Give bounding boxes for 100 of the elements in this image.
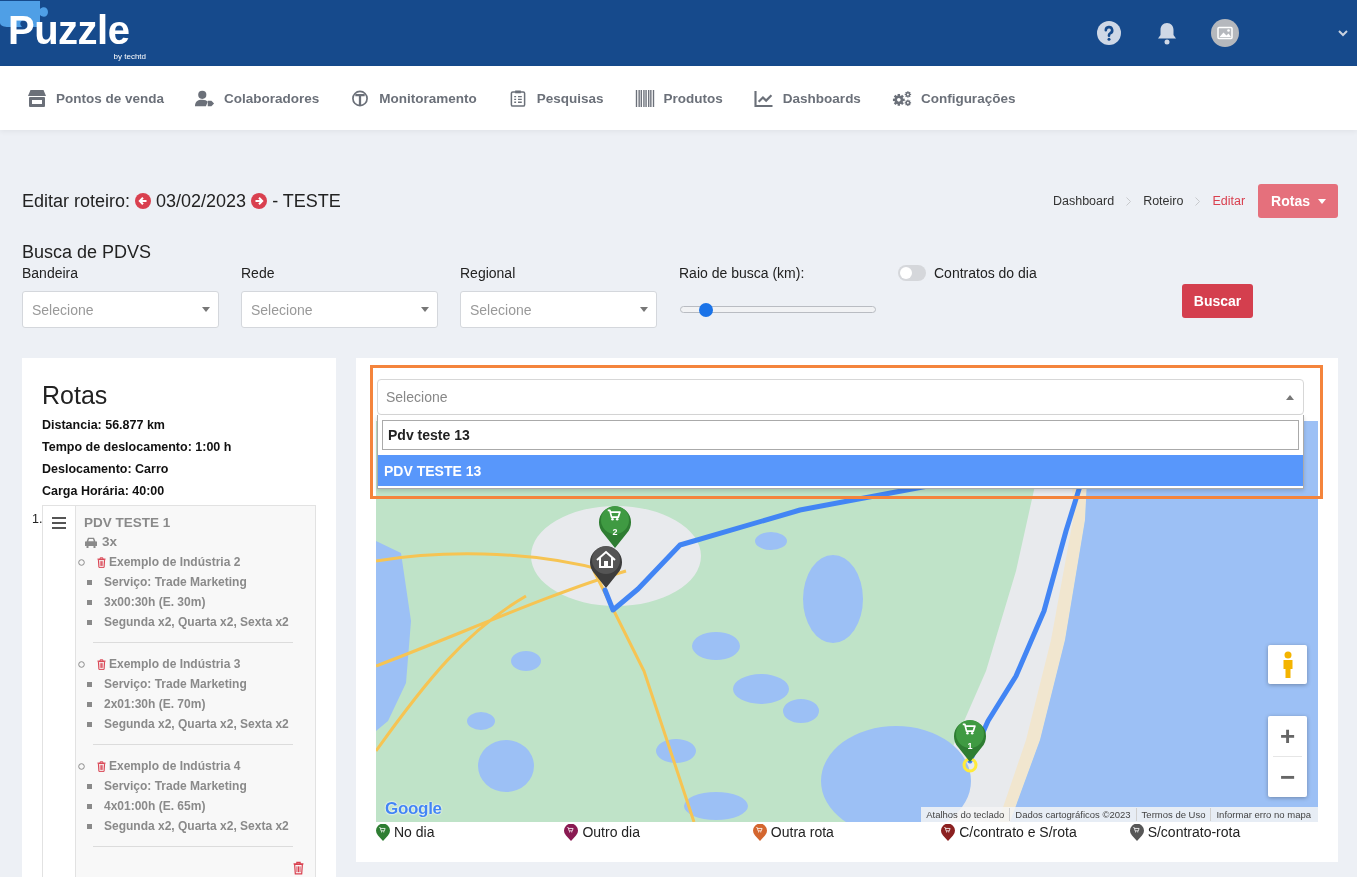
industry-detail: 2x01:30h (E. 70m) [104, 696, 206, 713]
house-pin-icon[interactable] [588, 543, 624, 589]
map-link[interactable]: Termos de Uso [1135, 808, 1211, 821]
field-label: Rede [241, 264, 276, 283]
help-icon[interactable] [1097, 21, 1121, 45]
legend-label: C/contrato e S/rota [959, 824, 1077, 840]
map-link[interactable]: Dados cartográficos ©2023 [1009, 808, 1136, 821]
nav-link[interactable]: Pesquisas [507, 89, 604, 107]
industry-name: Exemplo de Indústria 2 [109, 554, 241, 571]
gears-icon [891, 89, 912, 107]
dial-icon [350, 89, 371, 107]
legend-label: Outro dia [582, 824, 640, 840]
breadcrumb-link[interactable]: Dashboard [1053, 194, 1115, 208]
pdv-select[interactable]: Selecione [377, 379, 1304, 415]
route-summary-line: Carga Horária: 40:00 [42, 483, 166, 500]
search-button[interactable]: Buscar [1182, 284, 1253, 318]
industry-name: Exemplo de Indústria 3 [109, 656, 241, 673]
square-bullet-icon [87, 599, 92, 605]
square-bullet-icon [87, 823, 92, 829]
trash-icon[interactable] [97, 658, 106, 670]
drag-handle-icon[interactable] [52, 517, 66, 529]
breadcrumb-link[interactable]: Roteiro [1143, 194, 1184, 208]
page-date: 03/02/2023 [156, 190, 247, 212]
trash-icon[interactable] [293, 861, 304, 875]
industry-detail: Segunda x2, Quarta x2, Sexta x2 [104, 716, 289, 733]
arrow-left-icon[interactable] [135, 193, 152, 209]
nav-link[interactable]: Monitoramento [350, 89, 477, 107]
map-link[interactable]: Informar erro no mapa [1210, 808, 1316, 821]
dropdown-search-field[interactable]: Pdv teste 13 [382, 420, 1299, 450]
logo-text[interactable]: Puzzle [8, 8, 130, 52]
chevron-right-icon [1126, 196, 1132, 206]
cart-pin-icon[interactable] [597, 503, 633, 549]
circle-bullet-icon [78, 558, 85, 566]
nav-link[interactable]: Colaboradores [195, 89, 320, 107]
nav-link[interactable]: Pontos de venda [27, 89, 165, 107]
slider-thumb[interactable] [699, 302, 713, 317]
stop-name: PDV TESTE 1 [84, 514, 172, 532]
legend-label: No dia [394, 824, 435, 840]
trash-icon[interactable] [97, 760, 106, 772]
breadcrumb-link[interactable]: Editar [1212, 194, 1246, 208]
industry-name: Exemplo de Indústria 4 [109, 758, 241, 775]
circle-bullet-icon [78, 660, 85, 668]
square-bullet-icon [87, 681, 92, 687]
route-summary-line: Distancia: 56.877 km [42, 417, 166, 434]
avatar-icon[interactable] [1211, 19, 1239, 47]
select-field[interactable]: Selecione [22, 291, 219, 328]
select-field[interactable]: Selecione [460, 291, 657, 328]
section-title: Busca de PDVS [22, 241, 153, 263]
nav-link[interactable]: Configurações [891, 89, 1016, 107]
toggle-label: Contratos do dia [934, 264, 1037, 283]
map-link[interactable]: Atalhos do teclado [921, 808, 1010, 821]
industry-detail: Serviço: Trade Marketing [104, 676, 247, 693]
dropdown-option[interactable]: PDV TESTE 13 [378, 455, 1303, 486]
store-icon [27, 89, 47, 107]
caret-down-icon [1318, 198, 1326, 204]
industry-detail: Segunda x2, Quarta x2, Sexta x2 [104, 614, 289, 631]
visit-count: 3x [102, 533, 118, 551]
user-tag-icon [195, 89, 216, 107]
field-label: Raio de busca (km): [679, 264, 806, 283]
square-bullet-icon [87, 701, 92, 707]
select-field[interactable]: Selecione [241, 291, 438, 328]
square-bullet-icon [87, 721, 92, 727]
marker-number: 1 [966, 741, 974, 751]
logo-tagline: by techtd [113, 52, 146, 62]
caret-down-icon [421, 307, 429, 312]
caret-down-icon [640, 307, 648, 312]
zoom-in-button[interactable]: + [1268, 716, 1307, 756]
legend-label: S/contrato-rota [1147, 824, 1241, 840]
circle-bullet-icon [78, 762, 85, 770]
barcode-icon [634, 89, 655, 107]
caret-down-icon [202, 307, 210, 312]
arrow-right-icon[interactable] [251, 193, 268, 209]
bell-icon[interactable] [1155, 21, 1179, 45]
industry-detail: Serviço: Trade Marketing [104, 574, 247, 591]
zoom-out-button[interactable]: − [1268, 757, 1307, 797]
nav-link[interactable]: Produtos [634, 89, 723, 107]
square-bullet-icon [87, 783, 92, 789]
page-title: Editar roteiro: [22, 190, 131, 212]
stop-number: 1. [32, 511, 42, 528]
industry-detail: 3x00:30h (E. 30m) [104, 594, 206, 611]
route-summary-line: Tempo de deslocamento: 1:00 h [42, 439, 233, 456]
nav-link[interactable]: Dashboards [753, 89, 861, 107]
field-label: Regional [460, 264, 517, 283]
industry-detail: Segunda x2, Quarta x2, Sexta x2 [104, 818, 289, 835]
field-label: Bandeira [22, 264, 80, 283]
google-logo[interactable]: Google [385, 799, 442, 819]
routes-menu-button[interactable]: Rotas [1258, 184, 1338, 218]
chevron-down-icon[interactable] [1338, 29, 1348, 37]
chevron-right-icon [1195, 196, 1201, 206]
industry-detail: Serviço: Trade Marketing [104, 778, 247, 795]
trash-icon[interactable] [97, 556, 106, 568]
chart-line-icon [753, 89, 774, 107]
panel-title: Rotas [42, 380, 109, 410]
square-bullet-icon [87, 619, 92, 625]
route-summary-line: Deslocamento: Carro [42, 461, 170, 478]
cart-pin-icon[interactable] [952, 717, 988, 763]
legend-label: Outra rota [770, 824, 834, 840]
toggle-switch[interactable] [898, 265, 926, 281]
square-bullet-icon [87, 579, 92, 585]
square-bullet-icon [87, 803, 92, 809]
